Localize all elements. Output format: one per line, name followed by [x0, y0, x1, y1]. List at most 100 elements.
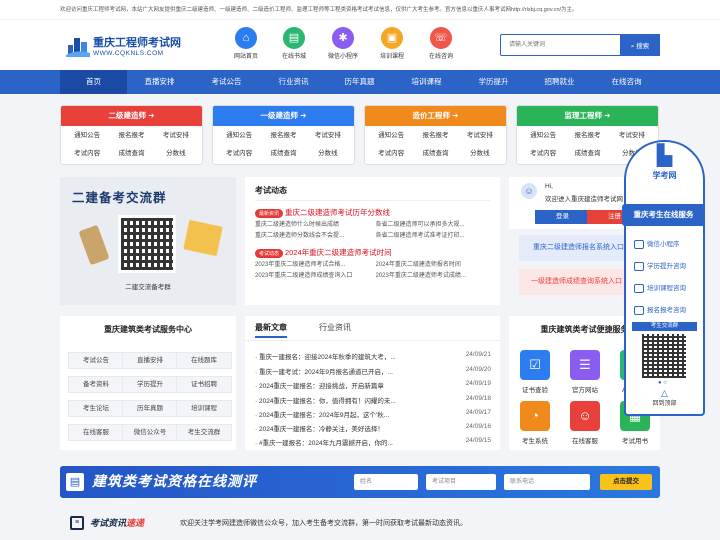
cat-link[interactable]: 考试安排	[154, 129, 198, 143]
cat-link[interactable]: 成绩查询	[109, 147, 153, 161]
category-card-level1: 一级建造师 ➔ 通知公告 报名报考 考试安排 考试内容 成绩查询 分数线	[212, 105, 355, 165]
cat-link[interactable]: 考试内容	[217, 147, 261, 161]
cat-link[interactable]: 通知公告	[217, 129, 261, 143]
service-link[interactable]: 证书招聘	[176, 376, 232, 393]
nav-courses[interactable]: 培训课程	[393, 70, 460, 94]
news-link[interactable]: 2023年重庆二级建造师考试合格...	[255, 260, 370, 271]
signup-system-link[interactable]: 重庆二级建造师报名系统入口	[519, 235, 639, 261]
service-link[interactable]: 考试公告	[68, 352, 124, 369]
article-row[interactable]: · 2024重庆一建报名：你，值得拥有！闪耀的未... 24/09/18	[255, 395, 491, 410]
service-link[interactable]: 考生论坛	[68, 400, 124, 417]
back-to-top-button[interactable]: △ 回到顶部	[626, 388, 703, 407]
tab-industry[interactable]: 行业资讯	[319, 322, 351, 333]
float-signup[interactable]: 报名报考咨询	[634, 304, 686, 315]
cat-link[interactable]: 考试安排	[610, 129, 654, 143]
quick-link-home[interactable]: ⌂ 网站首页	[225, 27, 267, 60]
chart-icon: ▤	[66, 473, 84, 491]
news-link[interactable]: 2023年重庆二级建造师考试成绩...	[376, 271, 491, 282]
cat-link[interactable]: 通知公告	[521, 129, 565, 143]
exam-news-panel: 考试动态 最新资讯 重庆二级建造师考试历年分数线 重庆二级建造师什么时候出成绩 …	[245, 177, 500, 305]
cat-link[interactable]: 通知公告	[65, 129, 109, 143]
assessment-banner: ▤ 建筑类考试资格在线测评 姓名 考试项目 联系电话 点击提交	[60, 466, 660, 498]
cat-link[interactable]: 考试安排	[306, 129, 350, 143]
login-button[interactable]: 登录	[535, 210, 590, 224]
service-link[interactable]: 在线题库	[176, 352, 232, 369]
cat-link[interactable]: 考试安排	[458, 129, 502, 143]
service-link[interactable]: 历年真题	[122, 400, 178, 417]
name-input[interactable]: 姓名	[354, 474, 418, 490]
news-link[interactable]: 重庆二级建造师什么时候出成绩	[255, 220, 370, 231]
cat-link[interactable]: 分数线	[306, 147, 350, 161]
cat-link[interactable]: 报名报考	[261, 129, 305, 143]
nav-jobs[interactable]: 招聘就业	[526, 70, 593, 94]
nav-education[interactable]: 学历提升	[460, 70, 527, 94]
article-row[interactable]: · 2024重庆一建报名：冷静关注，美好选择！ 24/09/16	[255, 423, 491, 438]
main-nav: 首页 直播安排 考试公告 行业资讯 历年真题 培训课程 学历提升 招聘就业 在线…	[0, 70, 720, 94]
headline-link[interactable]: 2024年重庆二级建造师考试时间	[285, 248, 392, 257]
nav-industry-news[interactable]: 行业资讯	[260, 70, 327, 94]
quick-link-consult[interactable]: ☏ 在线咨询	[420, 27, 462, 60]
category-card-level2: 二级建造师 ➔ 通知公告 报名报考 考试安排 考试内容 成绩查询 分数线	[60, 105, 203, 165]
tab-latest[interactable]: 最新文章	[255, 322, 287, 338]
nav-live[interactable]: 直播安排	[126, 70, 193, 94]
news-link[interactable]: 各省二级建造师可以承担多大规...	[376, 220, 491, 231]
headline-link[interactable]: 重庆二级建造师考试历年分数线	[285, 208, 390, 217]
ticker-text: 欢迎关注学考网建造师微信公众号，加入考生备考交流群，第一时间获取考试最新动态资讯…	[180, 520, 467, 527]
nav-past-papers[interactable]: 历年真题	[326, 70, 393, 94]
float-mini-program[interactable]: 微信小程序	[634, 238, 680, 249]
service-link[interactable]: 考生交流群	[176, 424, 232, 441]
service-icon[interactable]: ☺	[570, 401, 600, 431]
website-icon[interactable]: ☰	[570, 350, 600, 380]
cat-link[interactable]: 通知公告	[369, 129, 413, 143]
certificate-icon[interactable]: ☑	[520, 350, 550, 380]
floating-service-panel: ▙ 学考网 重庆考生在线服务 微信小程序 学历提升咨询 培训课程咨询 报名报考咨…	[622, 140, 705, 416]
quick-link-mini-program[interactable]: ✱ 微信小程序	[322, 27, 364, 60]
phone-input[interactable]: 联系电话	[504, 474, 590, 490]
cat-link[interactable]: 考试内容	[65, 147, 109, 161]
float-courses[interactable]: 培训课程咨询	[634, 282, 686, 293]
cat-link[interactable]: 报名报考	[109, 129, 153, 143]
service-link[interactable]: 学历提升	[122, 376, 178, 393]
score-query-link[interactable]: 一级建造师成绩查询系统入口	[519, 269, 639, 295]
nav-announcements[interactable]: 考试公告	[193, 70, 260, 94]
service-link[interactable]: 备考资料	[68, 376, 124, 393]
cat-link[interactable]: 成绩查询	[565, 147, 609, 161]
article-row[interactable]: · 重庆一建报名：迎接2024年秋季的建筑大考，... 24/09/21	[255, 351, 491, 366]
float-title[interactable]: 重庆考生在线服务	[622, 204, 705, 226]
news-link[interactable]: 2024年重庆二级建造师报名时间	[376, 260, 491, 271]
cat-link[interactable]: 分数线	[458, 147, 502, 161]
article-row[interactable]: · 2024重庆一建报名：迎接挑战，开启新篇章 24/09/19	[255, 380, 491, 395]
system-icon[interactable]: ◔	[520, 401, 550, 431]
article-row[interactable]: · 2024重庆一建报名：2024年9月起，这个'秋... 24/09/17	[255, 409, 491, 424]
float-education[interactable]: 学历提升咨询	[634, 260, 686, 271]
cat-link[interactable]: 成绩查询	[413, 147, 457, 161]
nav-consult[interactable]: 在线咨询	[593, 70, 660, 94]
article-row[interactable]: · 重庆一建考试：2024年9月报名通道已开启，... 24/09/20	[255, 366, 491, 381]
promo-group-banner[interactable]: 二建备考交流群 二建交流备考群	[60, 177, 236, 305]
pencil-icon	[78, 224, 110, 266]
article-row[interactable]: · #重庆一建报名：2024年九月震撼开启，你的... 24/09/15	[255, 437, 491, 452]
course-icon: ▣	[381, 27, 403, 49]
service-link[interactable]: 微信公众号	[122, 424, 178, 441]
news-link[interactable]: 重庆二级建造师分数线会不会提...	[255, 231, 370, 242]
exam-item-input[interactable]: 考试项目	[426, 474, 496, 490]
service-link[interactable]: 培训课程	[176, 400, 232, 417]
cat-link[interactable]: 分数线	[154, 147, 198, 161]
news-link[interactable]: 2023年重庆二级建造师成绩查询入口	[255, 271, 370, 282]
news-link[interactable]: 各省二级建造师考试准考证打印...	[376, 231, 491, 242]
cat-link[interactable]: 报名报考	[565, 129, 609, 143]
nav-home[interactable]: 首页	[60, 70, 127, 94]
submit-button[interactable]: 点击提交	[600, 474, 652, 490]
service-link[interactable]: 直播安排	[122, 352, 178, 369]
arrow-right-icon: ➔	[300, 111, 307, 120]
search-input[interactable]	[501, 35, 619, 55]
cat-link[interactable]: 考试内容	[521, 147, 565, 161]
cat-link[interactable]: 成绩查询	[261, 147, 305, 161]
service-link[interactable]: 在线客服	[68, 424, 124, 441]
category-card-cost: 造价工程师 ➔ 通知公告 报名报考 考试安排 考试内容 成绩查询 分数线	[364, 105, 507, 165]
search-button[interactable]: ⌕ 搜索	[620, 34, 660, 56]
cat-link[interactable]: 报名报考	[413, 129, 457, 143]
cat-link[interactable]: 考试内容	[369, 147, 413, 161]
quick-link-bookstore[interactable]: ▤ 在线书城	[273, 27, 315, 60]
quick-link-course[interactable]: ▣ 培训课程	[371, 27, 413, 60]
